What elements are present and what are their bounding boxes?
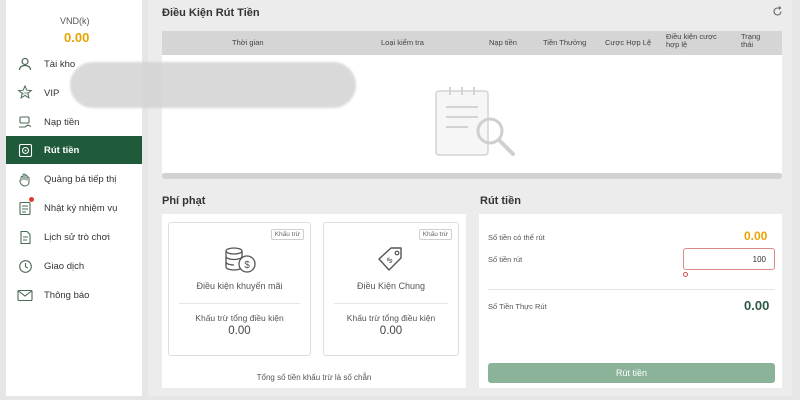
available-amount-label: Số tiền có thể rút — [488, 233, 545, 242]
sidebar-item-withdraw[interactable]: Rút tiền — [6, 136, 142, 164]
column-header: Trạng thái — [741, 32, 761, 49]
transaction-clock-icon — [16, 257, 34, 275]
task-log-icon — [16, 197, 34, 217]
actual-withdraw-label: Số Tiền Thực Rút — [488, 302, 547, 311]
card-value: 0.00 — [228, 325, 251, 337]
actual-withdraw-value: 0.00 — [744, 298, 770, 313]
sidebar-item-task-log[interactable]: Nhật ký nhiệm vụ — [6, 194, 142, 222]
vip-star-icon: VIP — [16, 84, 34, 102]
empty-state-icon — [432, 85, 528, 166]
withdraw-conditions-title: Điều Kiện Rút Tiền — [162, 7, 260, 19]
refresh-icon[interactable] — [772, 6, 783, 20]
column-header: Loại kiểm tra — [381, 38, 424, 47]
conditions-table-header: Thời gian Loại kiểm tra Nạp tiền Tiền Th… — [162, 31, 782, 55]
user-icon — [16, 55, 34, 73]
column-header: Thời gian — [232, 38, 264, 47]
sidebar-item-promotion[interactable]: Quảng bá tiếp thị — [6, 165, 142, 193]
card-value: 0.00 — [379, 325, 403, 337]
card-title: Điều Kiện Chung — [356, 281, 426, 291]
promo-hand-icon — [16, 170, 34, 188]
sidebar-item-transactions[interactable]: Giao dịch — [6, 252, 142, 280]
sidebar-item-label: Tài kho — [44, 58, 76, 70]
sidebar-item-label: Nhật ký nhiệm vụ — [44, 202, 118, 214]
sidebar-item-label: Nạp tiền — [44, 116, 80, 128]
notification-dot — [29, 197, 34, 202]
deposit-icon — [16, 113, 34, 131]
sidebar-item-label: Thông báo — [44, 289, 90, 301]
sidebar-item-label: Giao dịch — [44, 260, 85, 272]
withdraw-submit-button[interactable]: Rút tiền — [488, 363, 775, 383]
column-header: Nạp tiền — [489, 38, 517, 47]
penalty-panel: Khấu trừ $ Điều kiện khuyến mãi Khấu trừ… — [162, 214, 466, 388]
sidebar-item-game-history[interactable]: Lịch sử trò chơi — [6, 223, 142, 251]
column-header: Điều kiện cược hợp lệ — [666, 32, 717, 49]
balance-value: 0.00 — [64, 30, 90, 45]
mail-icon — [16, 286, 34, 304]
withdraw-divider — [488, 289, 775, 290]
withdraw-amount-label: Số tiền rút — [488, 255, 523, 264]
column-header: Tiền Thưởng — [543, 38, 587, 47]
card-divider — [179, 303, 300, 304]
penalty-card-promotion: Khấu trừ $ Điều kiện khuyến mãi Khấu trừ… — [168, 222, 311, 356]
withdraw-title: Rút tiền — [480, 195, 521, 207]
available-amount-value: 0.00 — [744, 229, 768, 243]
sidebar-item-label: Rút tiền — [44, 144, 80, 156]
price-tag-icon: $ — [375, 245, 407, 280]
penalty-card-general: Khấu trừ $ Điều Kiện Chung Khấu trừ tổng… — [323, 222, 459, 356]
sidebar: VND(k) 0.00 Tài kho VIP VIP Nạp tiền Rút… — [6, 0, 142, 396]
penalty-footer-note: Tổng số tiền khấu trừ là số chẵn — [256, 373, 372, 382]
card-sub-label: Khấu trừ tổng điều kiện — [346, 313, 436, 323]
deduction-badge: Khấu trừ — [270, 229, 304, 240]
penalty-title: Phí phạt — [162, 195, 206, 207]
sidebar-item-deposit[interactable]: Nạp tiền — [6, 108, 142, 136]
card-sub-label: Khấu trừ tổng điều kiện — [195, 313, 284, 323]
balance-currency-label: VND(k) — [60, 16, 90, 26]
coins-dollar-icon: $ — [223, 245, 257, 280]
game-history-icon — [16, 228, 34, 246]
table-scrollbar[interactable] — [162, 173, 782, 179]
withdraw-amount-input[interactable] — [683, 248, 775, 270]
sidebar-item-label: Quảng bá tiếp thị — [44, 173, 117, 185]
svg-text:$: $ — [385, 255, 395, 265]
sidebar-item-label: Lịch sử trò chơi — [44, 231, 110, 243]
svg-text:VIP: VIP — [22, 92, 28, 96]
deduction-badge: Khấu trừ — [418, 229, 452, 240]
card-divider — [334, 303, 448, 304]
sidebar-item-label: VIP — [44, 87, 60, 99]
card-title: Điều kiện khuyến mãi — [196, 281, 283, 291]
amount-error-hint-icon — [683, 272, 688, 277]
withdraw-icon — [16, 141, 34, 159]
blurred-overlay — [70, 62, 356, 108]
svg-text:$: $ — [244, 260, 250, 271]
column-header: Cược Hợp Lệ — [605, 38, 652, 47]
sidebar-item-notifications[interactable]: Thông báo — [6, 281, 142, 309]
